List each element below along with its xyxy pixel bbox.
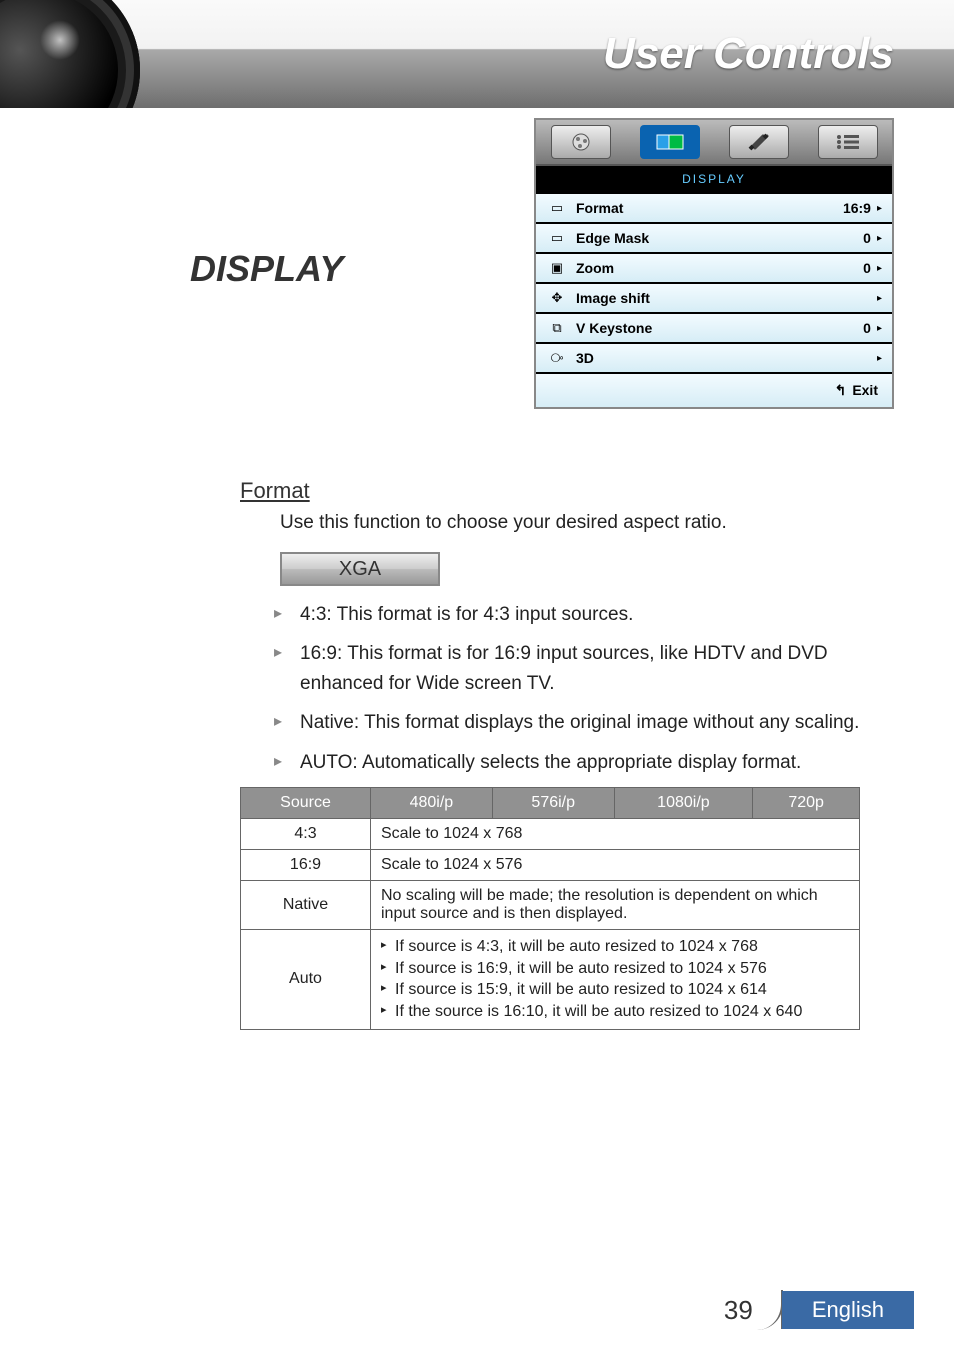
image-shift-icon: ✥ (546, 290, 568, 306)
table-row: 4:3 Scale to 1024 x 768 (241, 819, 860, 850)
osd-row-v-keystone[interactable]: ⧉ V Keystone 0 ▸ (536, 312, 892, 342)
display-tab-icon[interactable] (640, 125, 700, 159)
row-val-native: No scaling will be made; the resolution … (371, 881, 860, 930)
chevron-right-icon: ▸ (877, 323, 882, 334)
osd-row-zoom[interactable]: ▣ Zoom 0 ▸ (536, 252, 892, 282)
auto-line: If source is 16:9, it will be auto resiz… (381, 958, 849, 980)
exit-label: Exit (852, 382, 878, 398)
table-row: 16:9 Scale to 1024 x 576 (241, 850, 860, 881)
setup-tab-icon[interactable] (729, 125, 789, 159)
osd-label: Edge Mask (576, 230, 863, 246)
page-number: 39 (724, 1295, 753, 1326)
osd-row-format[interactable]: ▭ Format 16:9 ▸ (536, 192, 892, 222)
back-arrow-icon: ↰ (835, 382, 847, 398)
chevron-right-icon: ▸ (877, 203, 882, 214)
format-bullets: 4:3: This format is for 4:3 input source… (270, 600, 894, 777)
th-1080: 1080i/p (614, 788, 753, 819)
bullet-item: 4:3: This format is for 4:3 input source… (270, 600, 894, 629)
osd-label: Image shift (576, 290, 871, 306)
osd-header: DISPLAY (536, 166, 892, 192)
osd-label: V Keystone (576, 320, 863, 336)
th-source: Source (241, 788, 371, 819)
osd-row-image-shift[interactable]: ✥ Image shift ▸ (536, 282, 892, 312)
language-box: English (781, 1291, 914, 1329)
row-val-4-3: Scale to 1024 x 768 (371, 819, 860, 850)
footer-curve (757, 1290, 783, 1330)
row-val-16-9: Scale to 1024 x 576 (371, 850, 860, 881)
table-row: Native No scaling will be made; the reso… (241, 881, 860, 930)
row-head-4-3: 4:3 (241, 819, 371, 850)
format-desc: Use this function to choose your desired… (280, 512, 894, 534)
table-header-row: Source 480i/p 576i/p 1080i/p 720p (241, 788, 860, 819)
image-tab-icon[interactable] (551, 125, 611, 159)
section-title: DISPLAY (190, 248, 343, 290)
chevron-right-icon: ▸ (877, 233, 882, 244)
bullet-item: 16:9: This format is for 16:9 input sour… (270, 639, 894, 698)
scale-table: Source 480i/p 576i/p 1080i/p 720p 4:3 Sc… (240, 787, 860, 1029)
th-720: 720p (753, 788, 860, 819)
three-d-icon: ⧂ (546, 350, 568, 366)
row-val-auto: If source is 4:3, it will be auto resize… (371, 930, 860, 1029)
format-icon: ▭ (546, 200, 568, 216)
osd-row-edge-mask[interactable]: ▭ Edge Mask 0 ▸ (536, 222, 892, 252)
osd-exit[interactable]: ↰ Exit (536, 372, 892, 407)
options-tab-icon[interactable] (818, 125, 878, 159)
row-head-16-9: 16:9 (241, 850, 371, 881)
th-480: 480i/p (371, 788, 493, 819)
osd-row-3d[interactable]: ⧂ 3D ▸ (536, 342, 892, 372)
zoom-icon: ▣ (546, 260, 568, 276)
auto-line: If source is 15:9, it will be auto resiz… (381, 979, 849, 1001)
xga-box: XGA (280, 552, 440, 586)
format-heading: Format (240, 478, 894, 504)
lens-decoration (0, 0, 140, 108)
osd-label: Zoom (576, 260, 863, 276)
osd-value: 0 (863, 320, 871, 336)
page-title: User Controls (603, 29, 894, 79)
th-576: 576i/p (492, 788, 614, 819)
header-band: User Controls (0, 0, 954, 108)
chevron-right-icon: ▸ (877, 353, 882, 364)
row-head-native: Native (241, 881, 371, 930)
osd-label: Format (576, 200, 843, 216)
osd-label: 3D (576, 350, 871, 366)
bullet-item: AUTO: Automatically selects the appropri… (270, 748, 894, 777)
osd-value: 16:9 (843, 200, 871, 216)
chevron-right-icon: ▸ (877, 263, 882, 274)
osd-value: 0 (863, 230, 871, 246)
auto-line: If the source is 16:10, it will be auto … (381, 1001, 849, 1023)
bullet-item: Native: This format displays the origina… (270, 708, 894, 737)
osd-value: 0 (863, 260, 871, 276)
table-row: Auto If source is 4:3, it will be auto r… (241, 930, 860, 1029)
v-keystone-icon: ⧉ (546, 320, 568, 336)
osd-tabs (536, 120, 892, 166)
edge-mask-icon: ▭ (546, 230, 568, 246)
row-head-auto: Auto (241, 930, 371, 1029)
footer: 39 English (724, 1290, 914, 1330)
auto-line: If source is 4:3, it will be auto resize… (381, 936, 849, 958)
osd-panel: DISPLAY ▭ Format 16:9 ▸ ▭ Edge Mask 0 ▸ … (534, 118, 894, 409)
chevron-right-icon: ▸ (877, 293, 882, 304)
